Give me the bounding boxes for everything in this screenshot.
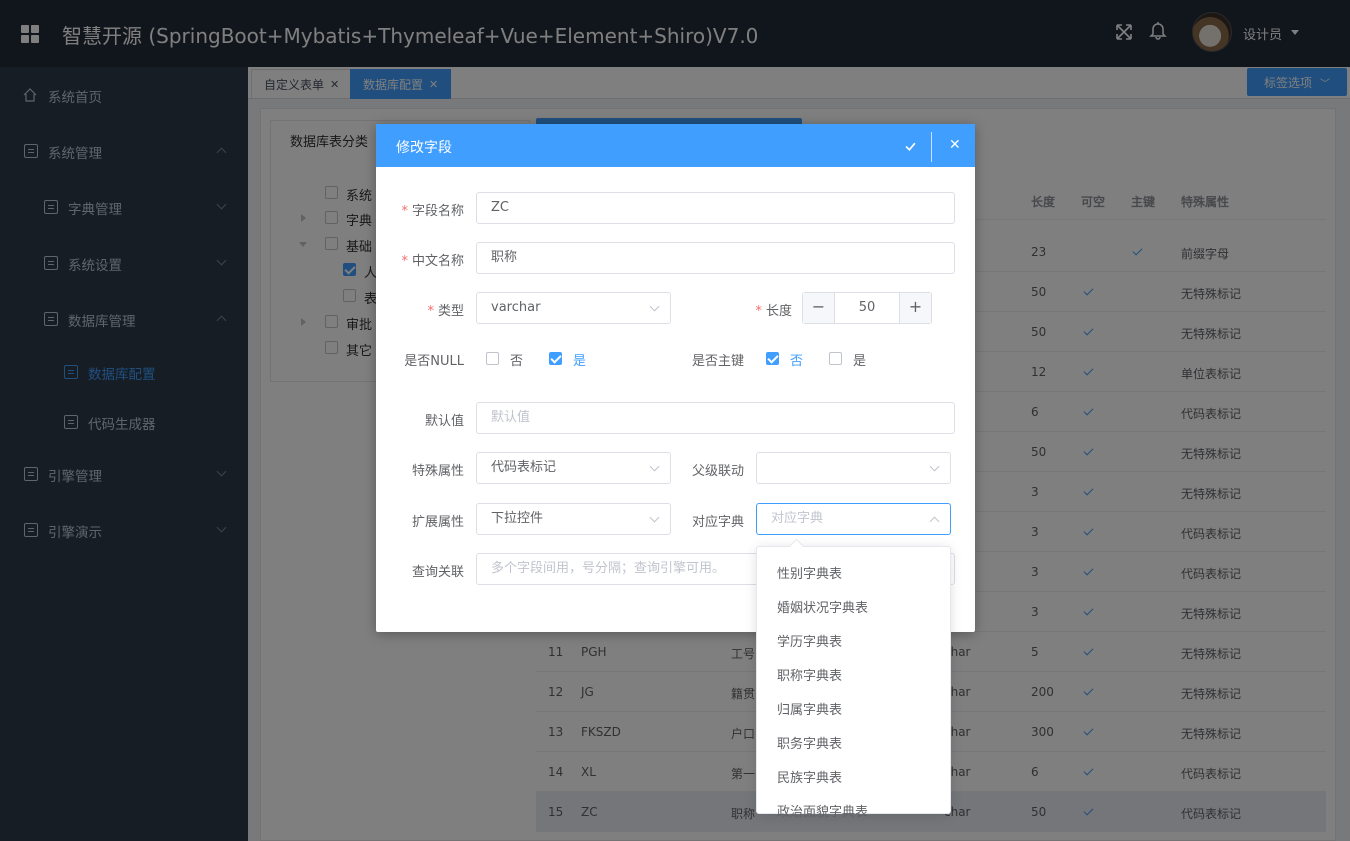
chevron-up-icon [929,516,940,527]
null-yes-label[interactable]: 是 [573,350,586,369]
dropdown-option[interactable]: 政治面貌字典表 [777,801,868,820]
special-select[interactable]: 代码表标记 [476,452,671,484]
null-yes-checkbox[interactable] [549,352,562,365]
dict-label: 对应字典 [691,515,744,530]
select-placeholder: 对应字典 [771,511,824,526]
dropdown-option[interactable]: 学历字典表 [777,631,842,650]
dropdown-option[interactable]: 归属字典表 [777,699,842,718]
length-stepper[interactable]: − 50 + [802,292,932,324]
select-value: 下拉控件 [491,511,544,526]
close-icon[interactable]: ✕ [949,137,961,153]
type-select[interactable]: varchar [476,292,671,324]
dialog-title: 修改字段 [396,140,452,156]
chevron-down-icon [649,461,660,472]
decrement-button[interactable]: − [803,293,835,323]
dict-select[interactable]: 对应字典 [756,503,951,535]
parent-label: 父级联动 [691,464,744,479]
chevron-down-icon [649,301,660,312]
increment-button[interactable]: + [899,293,931,323]
ext-label: 扩展属性 [411,515,464,530]
label-text: 字段名称 [411,204,464,219]
parent-select[interactable] [756,452,951,484]
dropdown-option[interactable]: 婚姻状况字典表 [777,597,868,616]
null-no-checkbox[interactable] [486,352,499,365]
field-name-label: * 字段名称 [401,204,464,219]
select-value: varchar [491,300,541,315]
cn-name-label: * 中文名称 [401,254,464,269]
label-text: 中文名称 [411,254,464,269]
select-value: 代码表标记 [491,460,557,475]
null-no-label[interactable]: 否 [510,350,523,369]
default-input[interactable]: 默认值 [476,402,955,434]
null-label: 是否NULL [404,354,464,369]
dialog-header: 修改字段 ✕ [376,124,975,167]
pk-yes-checkbox[interactable] [829,352,842,365]
pk-no-checkbox[interactable] [766,352,779,365]
dict-dropdown: 性别字典表 婚姻状况字典表 学历字典表 职称字典表 归属字典表 职务字典表 民族… [756,546,951,820]
field-name-input[interactable]: ZC [476,192,955,224]
length-value[interactable]: 50 [835,293,899,323]
type-label: * 类型 [427,304,464,319]
dropdown-option[interactable]: 职务字典表 [777,733,842,752]
ext-select[interactable]: 下拉控件 [476,503,671,535]
label-text: 长度 [765,304,792,319]
length-label: * 长度 [755,304,792,319]
dropdown-option[interactable]: 性别字典表 [777,563,842,582]
label-text: 类型 [437,304,464,319]
dropdown-option[interactable]: 民族字典表 [777,767,842,786]
chevron-down-icon [929,461,940,472]
header-divider [931,132,932,162]
pk-yes-label[interactable]: 是 [853,350,866,369]
cn-name-input[interactable]: 职称 [476,242,955,274]
special-label: 特殊属性 [411,464,464,479]
chevron-down-icon [649,512,660,523]
pk-no-label[interactable]: 否 [790,350,803,369]
confirm-check-icon[interactable] [905,141,916,152]
query-label: 查询关联 [411,565,464,580]
dropdown-option[interactable]: 职称字典表 [777,665,842,684]
default-label: 默认值 [424,414,464,429]
pk-label: 是否主键 [691,354,744,369]
